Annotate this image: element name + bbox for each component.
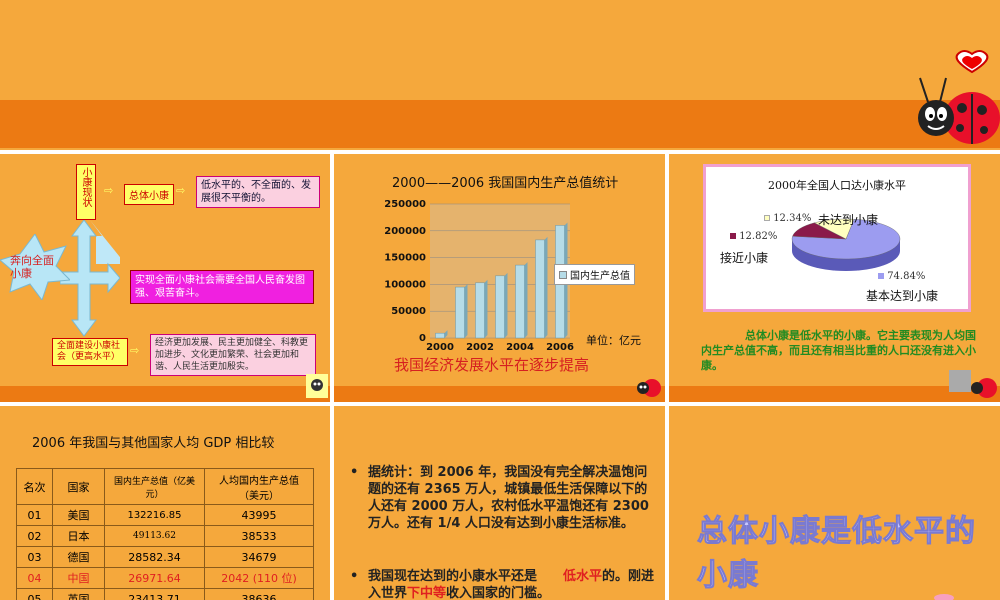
bar-side xyxy=(524,262,528,338)
table-cell: 日本 xyxy=(52,525,105,547)
ladybug-icon xyxy=(949,370,997,398)
table-row: 03 德国 28582.34 34679 xyxy=(16,546,314,568)
decor-icon xyxy=(934,594,954,600)
bullet-text-1: 据统计：到 2006 年，我国没有完全解决温饱问题的还有 2365 万人，城镇最… xyxy=(368,465,649,531)
bar xyxy=(455,286,465,339)
x-tick-label: 2004 xyxy=(506,342,534,353)
legend-swatch xyxy=(878,273,884,279)
arrow-icon: ⇨ xyxy=(104,184,114,197)
pie-caption: 总体小康是低水平的小康。它主要表现为人均国内生产总值不高，而且还有相当比重的人口… xyxy=(701,329,976,372)
bullet-text-2: 我国现在达到的小康水平还是 低水平的。刚进入世界下中等收入国家的门槛。 xyxy=(368,569,655,600)
table-cell: 中国 xyxy=(52,567,105,589)
bar xyxy=(515,264,525,339)
pie-pct-label-1: 74.84% xyxy=(878,271,925,282)
y-tick-label: 100000 xyxy=(384,279,426,290)
bar-chart: 0 50000 100000 150000 200000 250000 2000 2002 20… xyxy=(384,199,574,353)
header-cell: 名次 xyxy=(16,468,53,505)
bar-side xyxy=(504,272,508,338)
chart-caption: 我国经济发展水平在逐步提高 xyxy=(394,356,590,374)
table-cell: 43995 xyxy=(204,504,314,526)
slide-thumbnail-6[interactable]: 总体小康是低水平的小康 xyxy=(669,406,1000,600)
table-cell: 38636 xyxy=(204,588,314,600)
legend-swatch xyxy=(730,233,736,239)
table-cell: 美国 xyxy=(52,504,105,526)
header-band xyxy=(0,100,1000,148)
header-cell: 国内生产总值（亿美元） xyxy=(104,468,205,505)
bar xyxy=(435,332,445,339)
legend-label: 国内生产总值 xyxy=(570,271,630,282)
slide-thumbnail-1[interactable]: 小康现状 奔向全面小康 ⇨ 总体小康 ⇨ 低水平的、不全面的、发展很不平衡的。 … xyxy=(0,154,330,402)
x-tick-label: 2006 xyxy=(546,342,574,353)
bar xyxy=(495,275,505,339)
current-status-label: 小康现状 xyxy=(76,164,96,220)
gdp-table: 名次 国家 国内生产总值（亿美元） 人均国内生产总值（美元） 01 美国 132… xyxy=(16,468,314,600)
ladybug-icon xyxy=(637,379,661,397)
table-cell: 03 xyxy=(16,546,53,568)
table-cell: 02 xyxy=(16,525,53,547)
pie-chart-frame: 2000年全国人口达小康水平 12.34% 未达到小康 12.82% 接近小康 … xyxy=(703,164,971,312)
build-label: 全面建设小康社会（更高水平） xyxy=(52,338,128,366)
realize-text: 实现全面小康社会需要全国人民奋发图强、艰苦奋斗。 xyxy=(130,270,314,304)
bar xyxy=(535,239,545,339)
table-row-highlight: 04 中国 26971.64 2042 (110 位) xyxy=(16,567,314,589)
pie-label-basic: 基本达到小康 xyxy=(866,289,939,303)
bullet-dot: • xyxy=(350,569,359,584)
bar-side xyxy=(544,236,548,338)
pie-pct-label-3: 12.34% xyxy=(764,213,811,224)
header-cell: 人均国内生产总值（美元） xyxy=(204,468,314,505)
general-label: 总体小康 xyxy=(124,184,174,205)
cartoon-icon xyxy=(306,374,328,398)
table-cell: 德国 xyxy=(52,546,105,568)
x-tick-label: 2002 xyxy=(466,342,494,353)
pie-pct-label-2: 12.82% xyxy=(730,231,777,242)
y-tick-label: 150000 xyxy=(384,253,426,264)
slide-thumbnail-4[interactable]: 2006 年我国与其他国家人均 GDP 相比较 名次 国家 国内生产总值（亿美元… xyxy=(0,406,330,600)
bullet-dot: • xyxy=(350,465,359,480)
arrow-icon: ⇨ xyxy=(130,344,140,357)
bar-side xyxy=(484,279,488,338)
table-row: 05 英国 23413.71 38636 xyxy=(16,588,314,600)
build-desc: 经济更加发展、民主更加健全、科教更加进步、文化更加繁荣、社会更加和谐、人民生活更… xyxy=(150,334,316,376)
slide-thumbnail-2[interactable]: 2000——2006 我国国内生产总值统计 0 50000 100000 150000… xyxy=(334,154,665,402)
table-cell: 132216.85 xyxy=(104,504,205,526)
table-cell: 38533 xyxy=(204,525,314,547)
table-cell: 2042 (110 位) xyxy=(204,567,314,589)
slide-thumbnail-5[interactable]: • 据统计：到 2006 年，我国没有完全解决温饱问题的还有 2365 万人，城… xyxy=(334,406,665,600)
ladybug-icon xyxy=(918,50,1000,144)
arrow-icon: ⇨ xyxy=(176,184,186,197)
bar xyxy=(475,282,485,339)
pie-label-not-reached: 未达到小康 xyxy=(818,213,879,227)
y-tick-label: 0 xyxy=(419,333,426,344)
table-cell: 05 xyxy=(16,588,53,600)
table-row: 01 美国 132216.85 43995 xyxy=(16,504,314,526)
table-title: 2006 年我国与其他国家人均 GDP 相比较 xyxy=(32,436,275,451)
table-cell: 28582.34 xyxy=(104,546,205,568)
table-cell: 01 xyxy=(16,504,53,526)
general-desc: 低水平的、不全面的、发展很不平衡的。 xyxy=(196,176,320,208)
table-row: 02 日本 49113.62 38533 xyxy=(16,525,314,547)
chart-legend: 国内生产总值 xyxy=(554,264,635,285)
table-cell: 49113.62 xyxy=(104,525,205,547)
slide-thumbnail-3[interactable]: 2000年全国人口达小康水平 12.34% 未达到小康 12.82% 接近小康 … xyxy=(669,154,1000,402)
slide-band xyxy=(0,386,330,402)
x-tick-label: 2000 xyxy=(426,342,454,353)
table-cell: 英国 xyxy=(52,588,105,600)
legend-swatch xyxy=(764,215,770,221)
y-tick-label: 200000 xyxy=(384,226,426,237)
slide-band xyxy=(334,386,665,402)
unit-label: 单位：亿元 xyxy=(586,334,641,347)
bar-side xyxy=(464,284,468,338)
big-title: 总体小康是低水平的小康 xyxy=(697,514,976,594)
header-cell: 国家 xyxy=(52,468,105,505)
table-cell: 34679 xyxy=(204,546,314,568)
legend-swatch xyxy=(559,271,567,279)
y-tick-label: 50000 xyxy=(391,306,426,317)
table-cell: 23413.71 xyxy=(104,588,205,600)
y-tick-label: 250000 xyxy=(384,199,426,210)
pie-label-near: 接近小康 xyxy=(720,251,769,265)
table-cell: 04 xyxy=(16,567,53,589)
toward-label: 奔向全面小康 xyxy=(10,254,54,280)
table-cell: 26971.64 xyxy=(104,567,205,589)
